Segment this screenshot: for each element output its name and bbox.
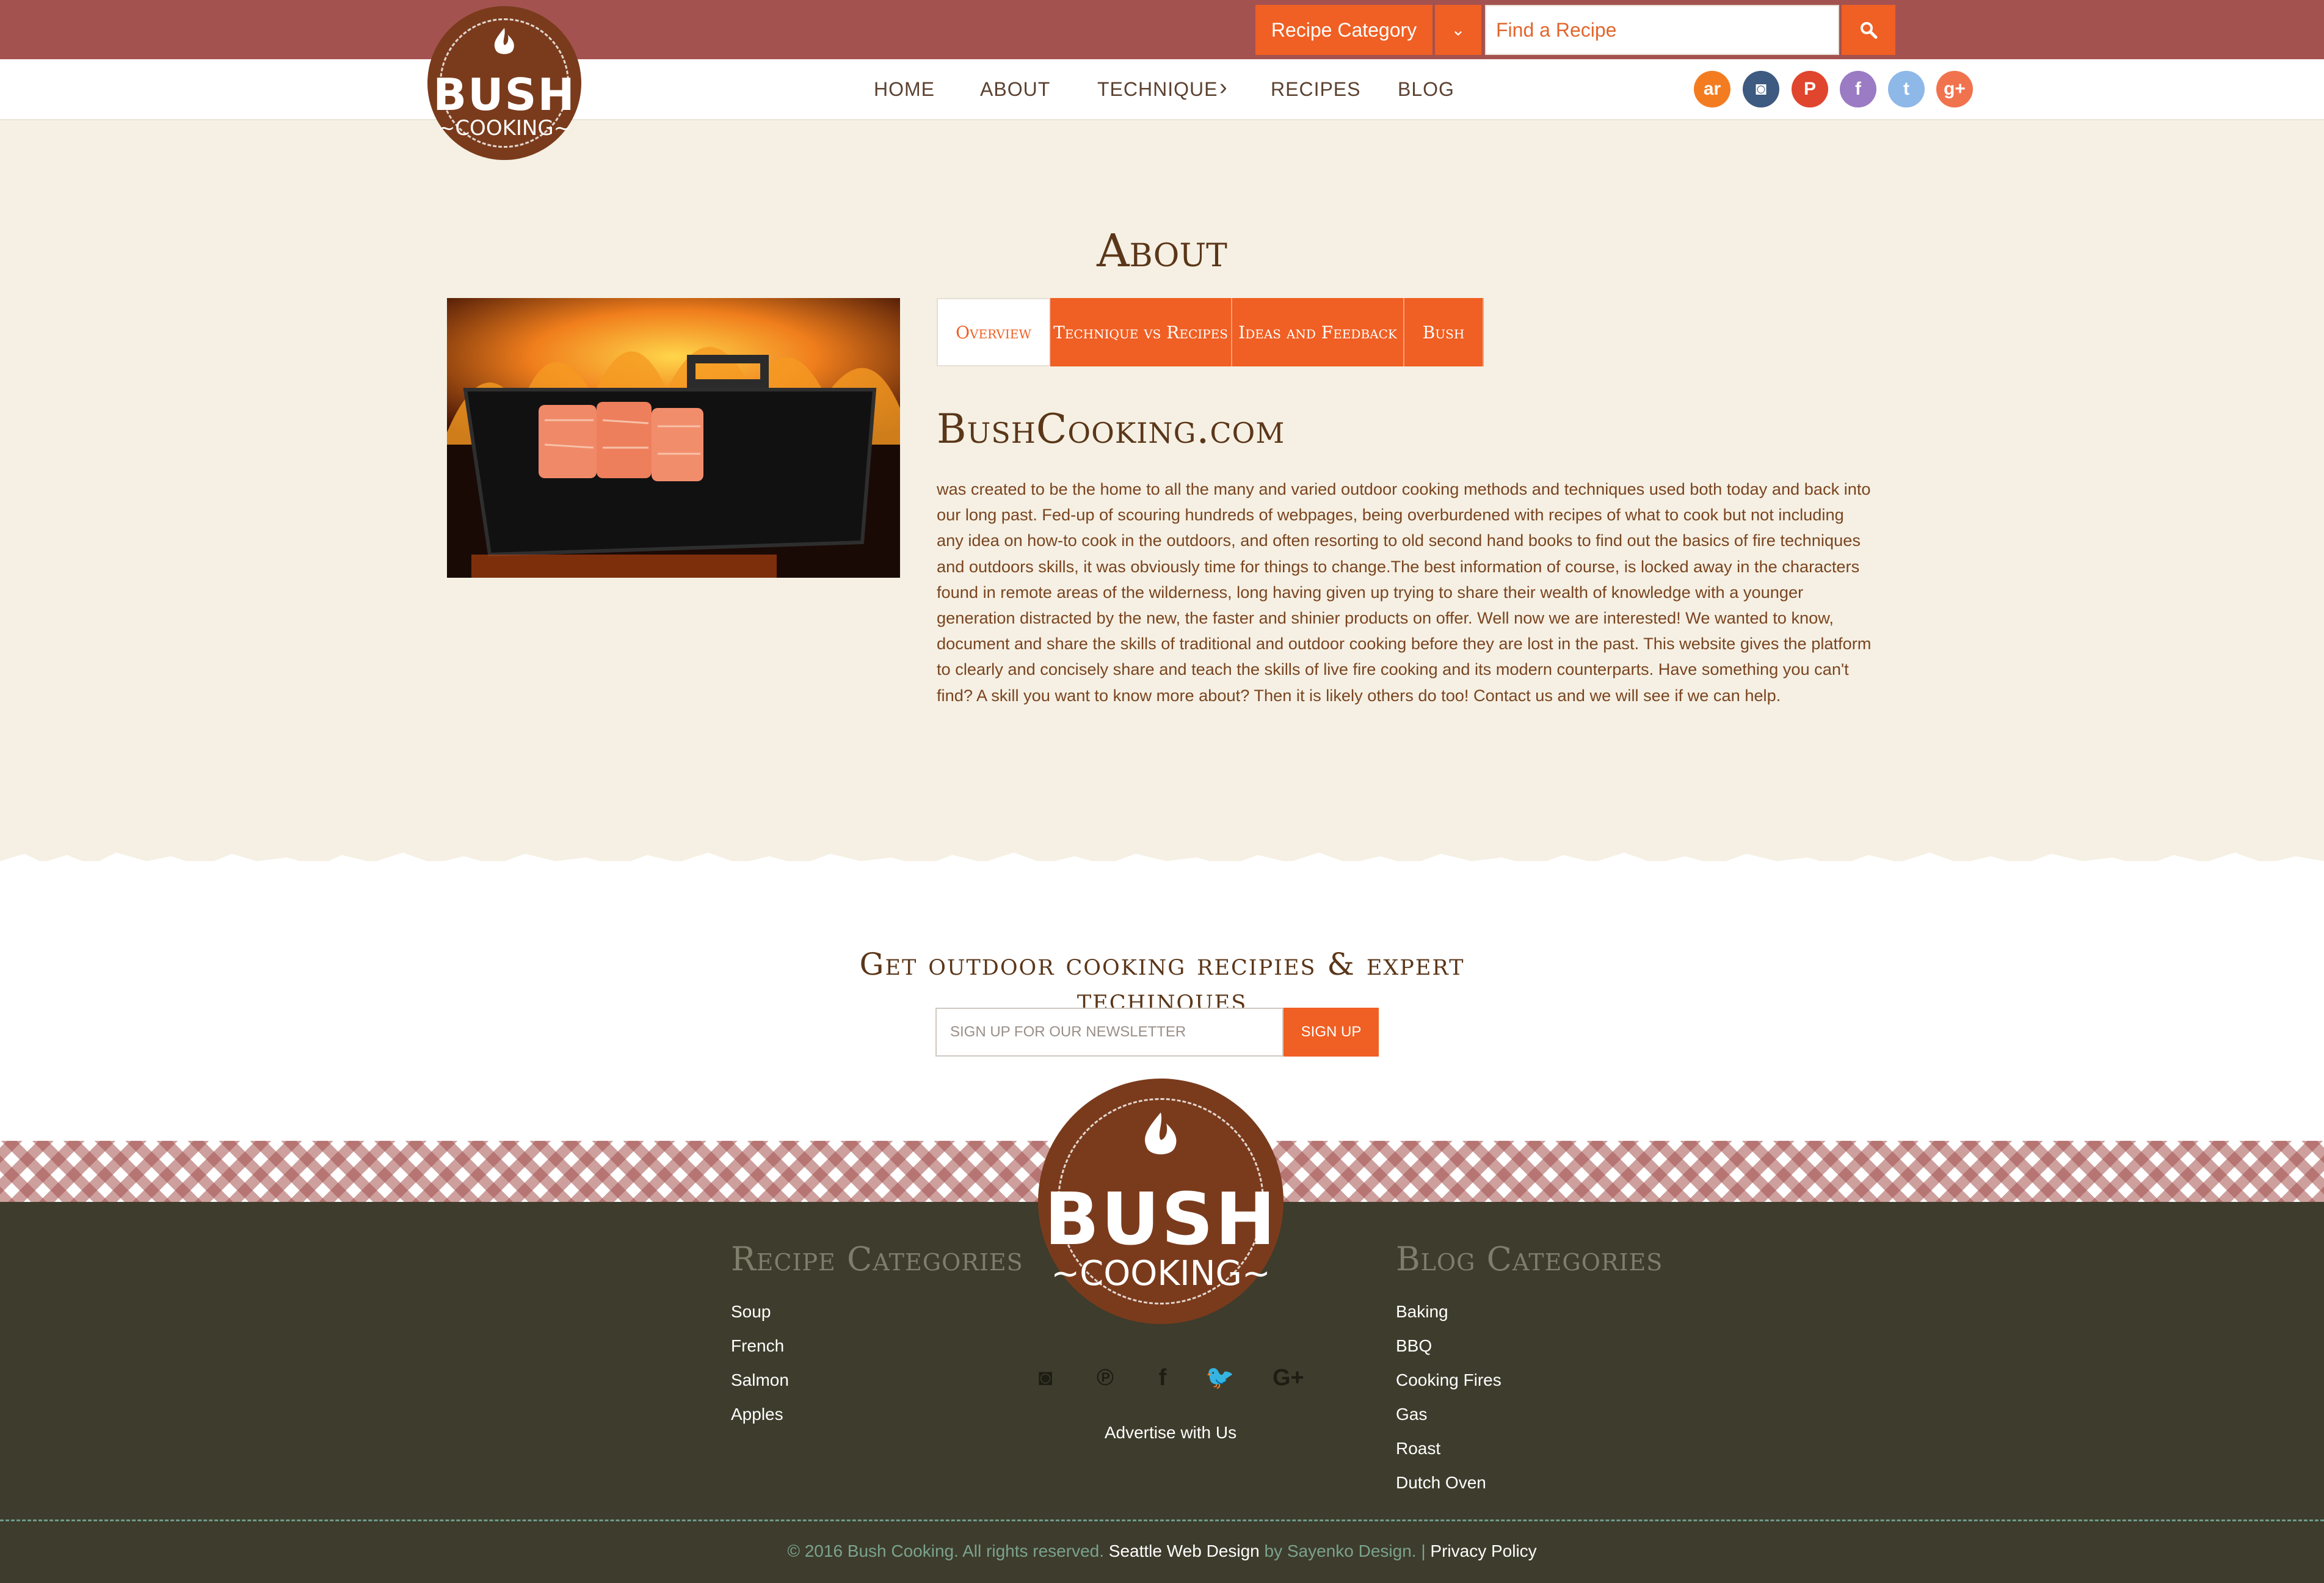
blog-category-link[interactable]: Gas [1396,1405,1427,1424]
nav-about[interactable]: ABOUT [980,78,1050,101]
nav-home[interactable]: HOME [874,78,935,101]
instagram-icon[interactable]: ◙ [1031,1363,1060,1392]
top-bar [0,0,2324,59]
copyright-bar: © 2016 Bush Cooking. All rights reserved… [0,1541,2324,1561]
torn-paper-edge [0,853,2324,879]
bush-cooking-footer-logo[interactable]: BUSH ~COOKING~ [1038,1079,1284,1324]
pinterest-icon[interactable]: ℗ [1091,1363,1120,1392]
sign-up-button[interactable]: SIGN UP [1284,1008,1379,1057]
google-plus-icon[interactable]: G+ [1273,1363,1304,1392]
bush-cooking-logo[interactable]: BUSH ~COOKING~ [427,6,581,160]
copyright-text: © 2016 Bush Cooking. All rights reserved… [787,1541,1104,1560]
privacy-policy-link[interactable]: Privacy Policy [1430,1541,1536,1560]
seattle-web-design-link[interactable]: Seattle Web Design [1109,1541,1260,1560]
newsletter-title: Get outdoor cooking recipies & expert te… [859,947,1465,1017]
section-heading: BushCooking.com [937,406,1285,453]
footer-divider [0,1519,2324,1521]
facebook-icon[interactable]: f [1840,71,1876,107]
tab-overview[interactable]: Overview [937,298,1050,366]
blog-category-link[interactable]: Baking [1396,1302,1448,1322]
tab-ideas-and-feedback[interactable]: Ideas and Feedback [1232,298,1404,366]
about-body-text: was created to be the home to all the ma… [937,479,1872,705]
pinterest-icon[interactable]: P [1792,71,1828,107]
twitter-icon[interactable]: t [1888,71,1925,107]
nav-recipes[interactable]: RECIPES [1271,78,1360,101]
instagram-icon[interactable]: ◙ [1743,71,1779,107]
recipe-category-dropdown[interactable]: Recipe Category [1255,5,1433,55]
chevron-right-icon[interactable]: › [1219,75,1228,101]
blog-category-link[interactable]: Dutch Oven [1396,1473,1486,1493]
tab-bush[interactable]: Bush [1404,298,1484,366]
search-button[interactable] [1842,5,1895,55]
recipe-category-link[interactable]: Soup [731,1302,771,1322]
page-title: About [1097,225,1227,277]
tab-technique-vs-recipes[interactable]: Technique vs Recipes [1050,298,1232,366]
search-icon [1861,22,1878,39]
salmon-on-grill-image [447,298,900,578]
google-plus-icon[interactable]: g+ [1936,71,1973,107]
nav-technique[interactable]: TECHNIQUE [1097,78,1218,101]
by-sayenko-text[interactable]: by Sayenko Design. [1265,1541,1417,1560]
blog-category-link[interactable]: Roast [1396,1439,1440,1458]
blog-category-link[interactable]: Cooking Fires [1396,1370,1502,1390]
allrecipes-icon[interactable]: ar [1694,71,1730,107]
search-input[interactable]: Find a Recipe [1485,5,1839,55]
blog-category-link[interactable]: BBQ [1396,1336,1432,1356]
recipe-category-link[interactable]: Apples [731,1405,783,1424]
recipe-category-link[interactable]: French [731,1336,784,1356]
chevron-down-icon[interactable]: ⌄ [1435,5,1481,55]
newsletter-email-input[interactable]: SIGN UP FOR OUR NEWSLETTER [935,1008,1284,1057]
recipe-category-link[interactable]: Salmon [731,1370,789,1390]
advertise-link[interactable]: Advertise with Us [1038,1423,1303,1443]
blog-categories-heading: Blog Categories [1396,1240,1663,1278]
twitter-icon[interactable]: 🐦 [1205,1363,1235,1392]
facebook-icon[interactable]: f [1148,1363,1177,1392]
recipe-categories-heading: Recipe Categories [731,1240,1023,1278]
separator: | [1421,1541,1426,1560]
nav-blog[interactable]: BLOG [1398,78,1454,101]
